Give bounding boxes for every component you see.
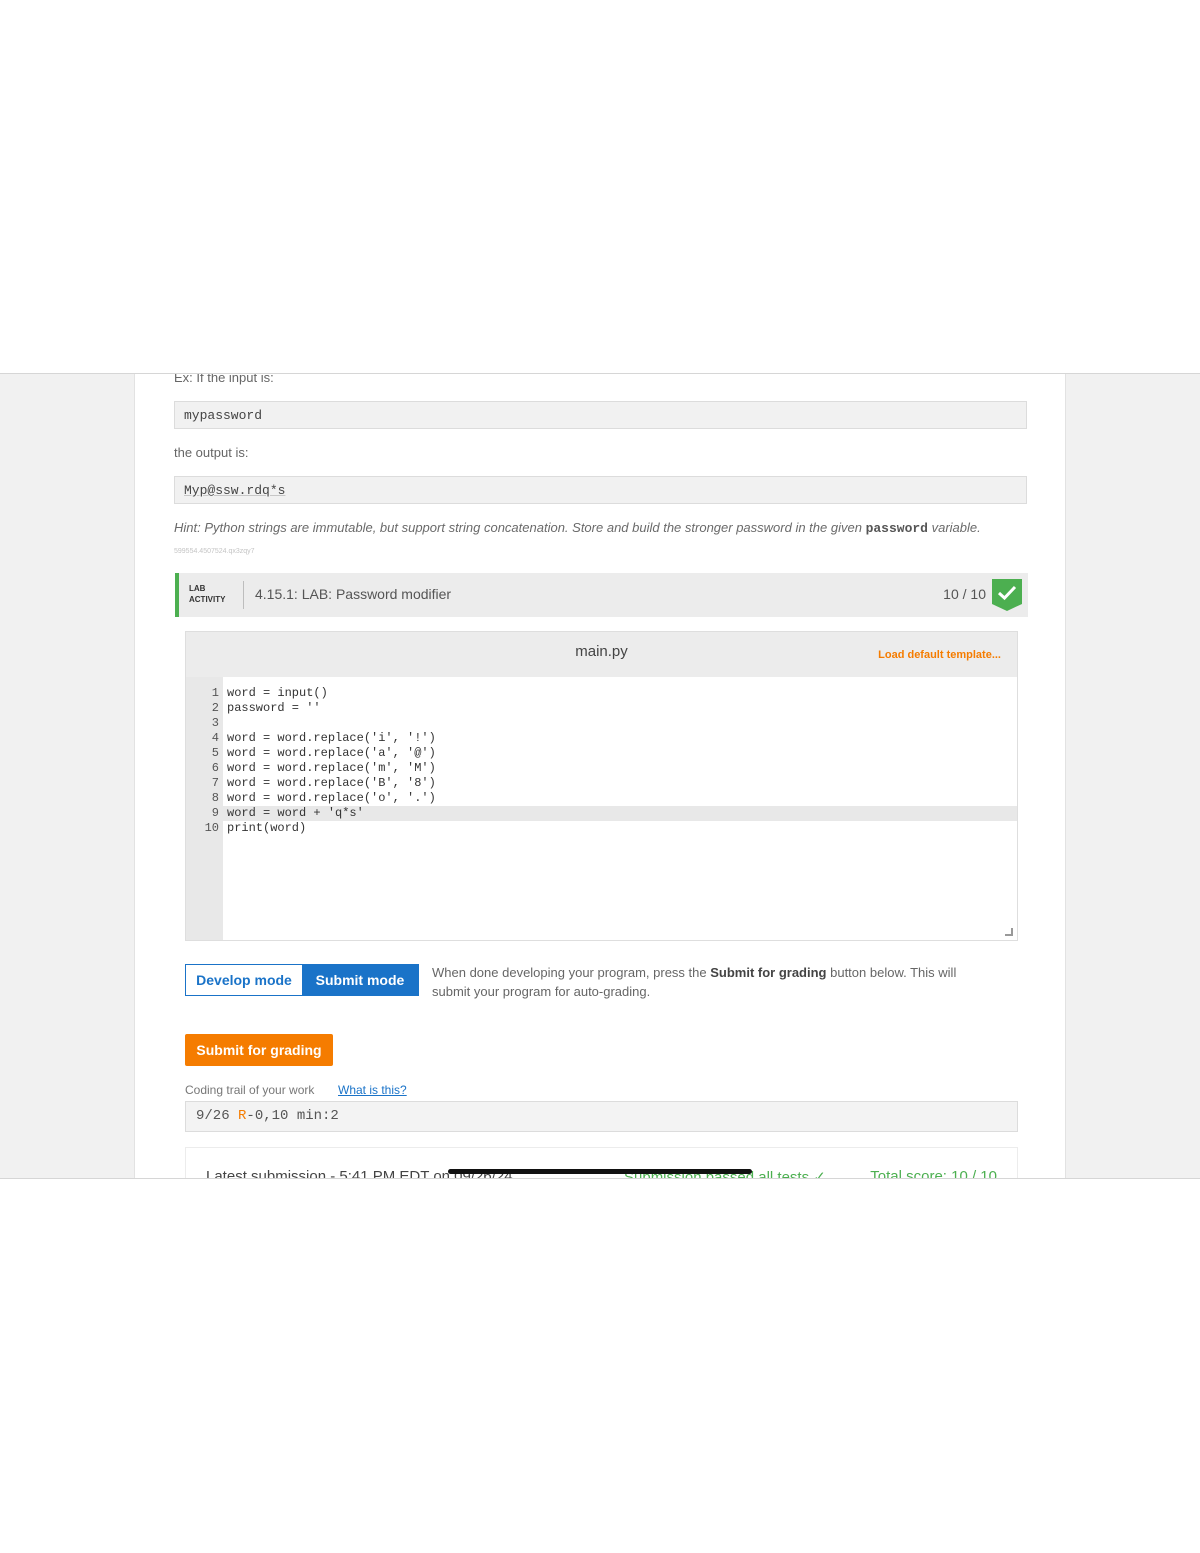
- submit-mode-button[interactable]: Submit mode: [302, 965, 418, 995]
- develop-mode-button[interactable]: Develop mode: [186, 965, 302, 995]
- lab-header-divider: [243, 581, 244, 609]
- code-line[interactable]: 6 word = word.replace('m', 'M'): [186, 761, 1017, 776]
- line-number: 1: [211, 686, 219, 700]
- coding-trail-label: Coding trail of your work: [185, 1083, 315, 1097]
- example-intro: Ex: If the input is:: [174, 373, 274, 385]
- submit-for-grading-button[interactable]: Submit for grading: [185, 1034, 333, 1066]
- mode-desc-bold: Submit for grading: [710, 965, 827, 980]
- code-line[interactable]: 5 word = word.replace('a', '@'): [186, 746, 1017, 761]
- line-number: 3: [211, 716, 219, 730]
- code-text: word = word.replace('i', '!'): [227, 731, 436, 745]
- code-editor[interactable]: 1 word = input() 2 password = '' 3 4 word = wo…: [186, 677, 1017, 940]
- line-number: 4: [211, 731, 219, 745]
- code-text: word = word.replace('B', '8'): [227, 776, 436, 790]
- example-output-text: Myp@ssw.rdq*s: [184, 483, 286, 498]
- code-line[interactable]: 9 word = word + 'q*s': [186, 806, 1017, 821]
- latest-submission-bar[interactable]: Latest submission - 5:41 PM EDT on 09/26…: [185, 1147, 1018, 1179]
- mode-description: When done developing your program, press…: [432, 963, 992, 1001]
- home-indicator-bar: [448, 1169, 752, 1174]
- output-intro: the output is:: [174, 445, 249, 460]
- code-line[interactable]: 10 print(word): [186, 821, 1017, 836]
- coding-trail-box: 9/26 R-0,10 min:2: [185, 1101, 1018, 1132]
- line-number: 2: [211, 701, 219, 715]
- code-text: word = word + 'q*s': [227, 806, 364, 820]
- example-input-box: mypassword: [174, 401, 1027, 429]
- line-number: 6: [211, 761, 219, 775]
- resize-handle-icon[interactable]: [1005, 928, 1013, 936]
- total-score: Total score: 10 / 10: [870, 1168, 997, 1179]
- lab-score: 10 / 10: [943, 586, 986, 602]
- code-text: password = '': [227, 701, 321, 715]
- code-line[interactable]: 8 word = word.replace('o', '.'): [186, 791, 1017, 806]
- lab-tag-line1: LAB: [189, 584, 206, 593]
- lab-activity-header: LAB ACTIVITY 4.15.1: LAB: Password modif…: [175, 573, 1028, 617]
- code-text: word = word.replace('o', '.'): [227, 791, 436, 805]
- hint-prefix: Hint: Python strings are immutable, but …: [174, 520, 866, 535]
- hint-text: Hint: Python strings are immutable, but …: [174, 520, 1044, 536]
- line-number: 7: [211, 776, 219, 790]
- code-line[interactable]: 4 word = word.replace('i', '!'): [186, 731, 1017, 746]
- lab-title: 4.15.1: LAB: Password modifier: [255, 586, 452, 602]
- line-number: 9: [211, 806, 219, 820]
- example-input-text: mypassword: [184, 408, 263, 423]
- code-editor-panel: main.py Load default template... 1 word =…: [185, 631, 1018, 941]
- lab-activity-tag: LAB ACTIVITY: [189, 583, 225, 605]
- what-is-this-link[interactable]: What is this?: [338, 1083, 407, 1097]
- line-number: 10: [204, 821, 219, 835]
- line-number: 5: [211, 746, 219, 760]
- activity-id: 599554.4507524.qx3zqy7: [174, 548, 255, 555]
- code-text: word = input(): [227, 686, 328, 700]
- lab-tag-line2: ACTIVITY: [189, 595, 226, 604]
- code-text: print(word): [227, 821, 307, 835]
- check-icon: [992, 579, 1022, 611]
- code-text: word = word.replace('a', '@'): [227, 746, 436, 760]
- example-output-box: Myp@ssw.rdq*s: [174, 476, 1027, 504]
- hint-suffix: variable.: [927, 520, 981, 535]
- code-line[interactable]: 1 word = input(): [186, 686, 1017, 701]
- code-line[interactable]: 3: [186, 716, 1017, 731]
- code-line[interactable]: 7 word = word.replace('B', '8'): [186, 776, 1017, 791]
- content-column: Ex: If the input is: mypassword the outp…: [134, 373, 1066, 1179]
- mode-toggle: Develop mode Submit mode: [185, 964, 419, 996]
- hint-variable: password: [865, 521, 928, 536]
- trail-date: 9/26: [196, 1108, 230, 1124]
- code-line[interactable]: 2 password = '': [186, 701, 1017, 716]
- line-number: 8: [211, 791, 219, 805]
- load-default-template-link[interactable]: Load default template...: [878, 649, 1001, 661]
- mode-desc-prefix: When done developing your program, press…: [432, 965, 711, 980]
- screenshot-region: Ex: If the input is: mypassword the outp…: [0, 373, 1200, 1179]
- trail-rest: -0,10 min:2: [246, 1108, 339, 1124]
- code-text: word = word.replace('m', 'M'): [227, 761, 436, 775]
